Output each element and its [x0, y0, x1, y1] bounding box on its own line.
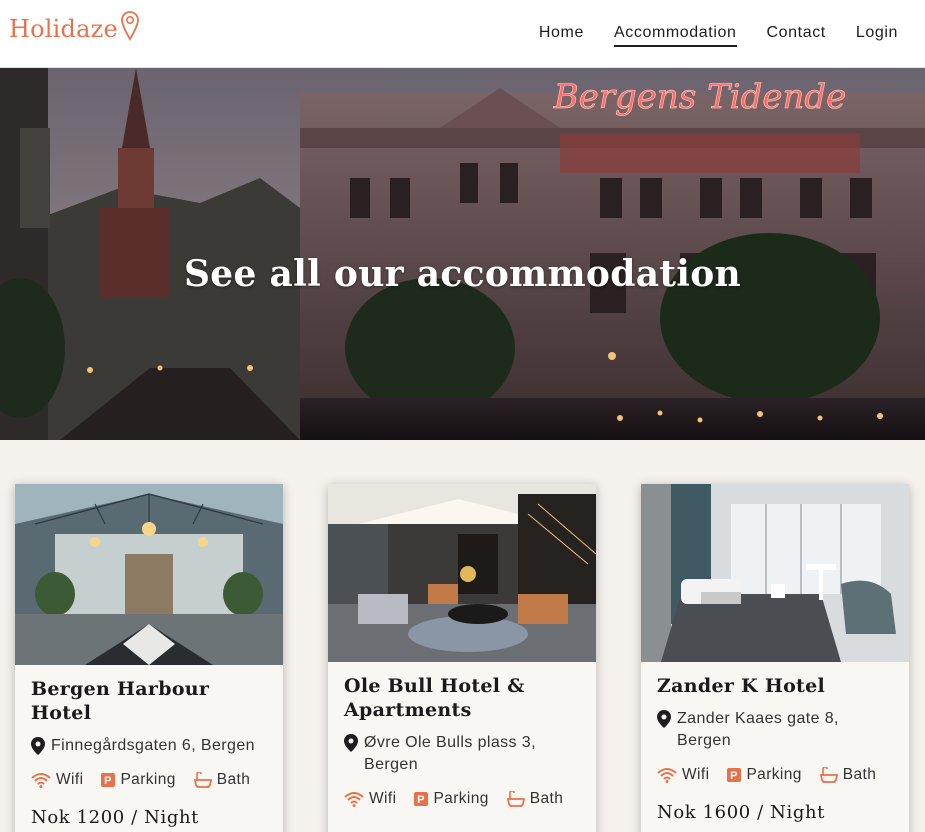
address-text: Finnegårdsgaten 6, Bergen: [51, 737, 255, 754]
hotel-address: Finnegårdsgaten 6, Bergen: [31, 735, 267, 757]
logo-text: Holidaze: [9, 15, 118, 43]
amenity-wifi: Wifi: [657, 766, 709, 784]
map-pin-icon: [657, 710, 671, 728]
hotel-address: Øvre Ole Bulls plass 3, Bergen: [344, 732, 580, 776]
main-nav: Home Accommodation Contact Login: [539, 24, 898, 47]
accommodation-card[interactable]: Ole Bull Hotel & Apartments Øvre Ole Bul…: [328, 484, 596, 832]
bath-icon: [819, 767, 838, 783]
logo[interactable]: Holidaze: [9, 11, 140, 43]
amenity-parking: P Parking: [101, 771, 175, 789]
location-pin-logo-icon: [120, 11, 139, 41]
map-pin-icon: [344, 734, 358, 752]
parking-icon: P: [727, 768, 742, 782]
card-body: Bergen Harbour Hotel Finnegårdsgaten 6, …: [15, 665, 283, 828]
address-text: Zander Kaaes gate 8, Bergen: [677, 710, 839, 749]
hotel-address: Zander Kaaes gate 8, Bergen: [657, 708, 893, 752]
amenity-parking: P Parking: [414, 790, 488, 808]
nav-contact[interactable]: Contact: [767, 24, 826, 47]
amenity-parking: P Parking: [727, 766, 801, 784]
accommodation-card[interactable]: Zander K Hotel Zander Kaaes gate 8, Berg…: [641, 484, 909, 832]
wifi-icon: [344, 791, 364, 807]
wifi-icon: [657, 767, 677, 783]
hotel-photo: [15, 484, 283, 665]
card-body: Ole Bull Hotel & Apartments Øvre Ole Bul…: [328, 662, 596, 808]
price: Nok 1200 / Night: [31, 807, 199, 828]
amenities: Wifi P Parking Bath: [657, 766, 893, 784]
hero-sign-text: Bergens Tidende: [553, 77, 847, 117]
amenity-bath: Bath: [819, 766, 877, 784]
svg-text:P: P: [105, 775, 113, 787]
card-body: Zander K Hotel Zander Kaaes gate 8, Berg…: [641, 662, 909, 823]
bath-icon: [506, 791, 525, 807]
amenities: Wifi P Parking Bath: [344, 790, 580, 808]
hotel-name: Ole Bull Hotel & Apartments: [344, 675, 525, 721]
parking-icon: P: [414, 792, 429, 806]
address-text: Øvre Ole Bulls plass 3, Bergen: [364, 734, 536, 773]
price: Nok 1600 / Night: [657, 802, 825, 823]
hotel-name: Bergen Harbour Hotel: [31, 678, 210, 724]
svg-text:P: P: [418, 794, 426, 806]
wifi-icon: [31, 772, 51, 788]
amenity-wifi: Wifi: [31, 771, 83, 789]
nav-home[interactable]: Home: [539, 24, 584, 47]
accommodation-card[interactable]: Bergen Harbour Hotel Finnegårdsgaten 6, …: [15, 484, 283, 832]
nav-accommodation[interactable]: Accommodation: [613, 24, 737, 47]
amenity-bath: Bath: [506, 790, 564, 808]
map-pin-icon: [31, 737, 45, 755]
parking-icon: P: [101, 773, 116, 787]
site-header: Holidaze Home Accommodation Contact Logi…: [0, 0, 925, 68]
nav-login[interactable]: Login: [856, 24, 898, 47]
hero-title: See all our accommodation: [183, 253, 742, 295]
amenity-wifi: Wifi: [344, 790, 396, 808]
amenity-bath: Bath: [193, 771, 251, 789]
svg-text:P: P: [731, 770, 739, 782]
amenities: Wifi P Parking Bath: [31, 771, 267, 789]
hotel-photo: [641, 484, 909, 662]
bath-icon: [193, 772, 212, 788]
hotel-photo: [328, 484, 596, 662]
hero-banner: Bergens Tidende See all our accommodatio…: [0, 68, 925, 440]
hotel-name: Zander K Hotel: [657, 675, 826, 697]
